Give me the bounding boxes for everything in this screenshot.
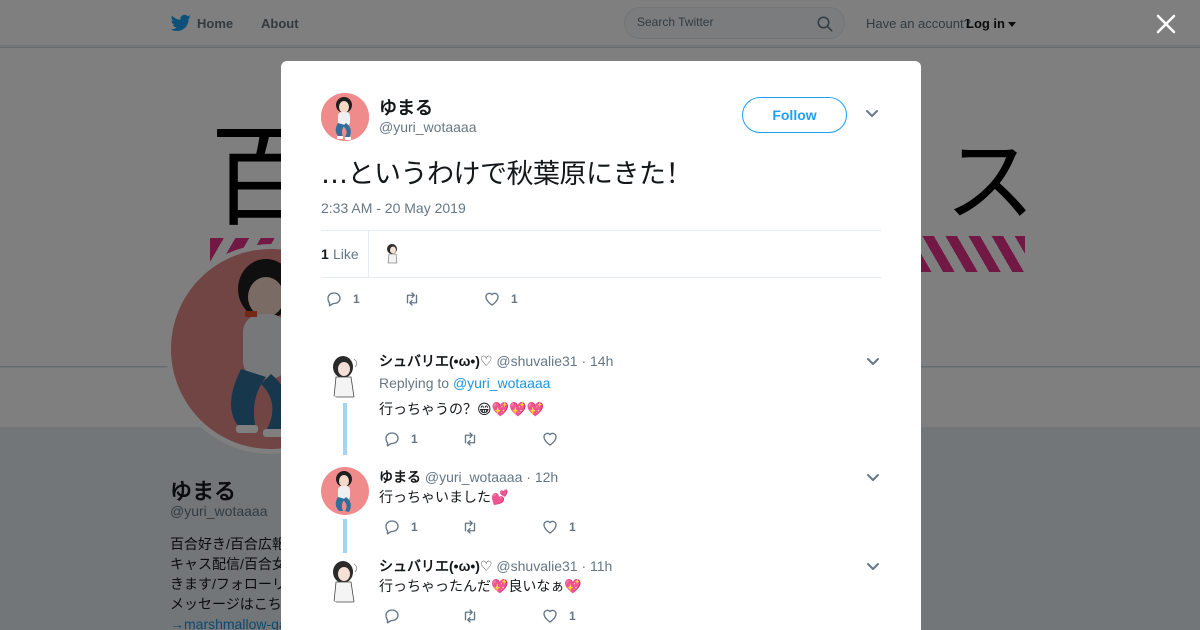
- retweet-icon: [406, 292, 418, 306]
- thread-connector-line: [343, 519, 347, 553]
- thread-connector-line: [343, 403, 347, 455]
- reply-header: シュバリエ(•ω•)♡ @shuvalie31 · 14h: [379, 351, 613, 371]
- author-avatar[interactable]: [321, 93, 369, 141]
- reply-author-avatar[interactable]: [321, 556, 369, 604]
- heart-icon: [485, 292, 499, 306]
- author-handle[interactable]: @yuri_wotaaaa: [379, 119, 477, 135]
- replying-to-link[interactable]: @yuri_wotaaaa: [453, 375, 551, 391]
- retweet-icon: [464, 520, 476, 534]
- like-count: 1: [511, 292, 518, 306]
- reply-icon: [327, 292, 341, 307]
- retweet-icon: [464, 609, 476, 623]
- reply-button[interactable]: [383, 606, 411, 626]
- reply-author-avatar[interactable]: [321, 351, 369, 399]
- reply-text: 行っちゃうの？😁💖💖💖: [379, 401, 544, 417]
- reply-avatar-illustration-icon: [321, 556, 369, 604]
- reply-icon: [385, 520, 399, 535]
- retweet-button[interactable]: [461, 517, 479, 537]
- tweet-text: …というわけで秋葉原にきた！: [321, 159, 693, 190]
- reply-actions: 1 1: [379, 517, 859, 537]
- retweet-button[interactable]: [461, 606, 479, 626]
- heart-icon: [543, 432, 557, 446]
- reply-time[interactable]: · 12h: [526, 469, 558, 485]
- close-icon[interactable]: [1155, 13, 1177, 35]
- reply-actions: 1: [379, 606, 859, 626]
- like-button[interactable]: 1: [541, 517, 576, 537]
- reply-tweet[interactable]: シュバリエ(•ω•)♡ @shuvalie31 · 14h Replying t…: [321, 351, 881, 451]
- reply-actions: 1: [379, 429, 859, 449]
- like-button[interactable]: 1: [483, 289, 518, 309]
- reply-author-name[interactable]: ゆまる: [379, 469, 421, 485]
- reply-button[interactable]: 1: [383, 517, 418, 537]
- reply-time[interactable]: · 14h: [581, 353, 613, 369]
- like-button[interactable]: 1: [541, 606, 576, 626]
- reply-tweet[interactable]: シュバリエ(•ω•)♡ @shuvalie31 · 11h 行っちゃったんだ💖良…: [321, 556, 881, 628]
- reply-author-name[interactable]: シュバリエ(•ω•)♡: [379, 558, 493, 574]
- retweet-icon: [464, 432, 476, 446]
- reply-avatar-illustration-icon: [321, 351, 369, 399]
- reply-author-avatar[interactable]: [321, 467, 369, 515]
- like-button[interactable]: [541, 429, 569, 449]
- reply-button[interactable]: 1: [383, 429, 418, 449]
- author-avatar-illustration-icon: [321, 93, 369, 141]
- reply-count: 1: [353, 292, 360, 306]
- reply-icon: [385, 432, 399, 447]
- liker-avatar[interactable]: [381, 241, 405, 265]
- reply-author-name[interactable]: シュバリエ(•ω•)♡: [379, 353, 493, 369]
- heart-icon: [543, 609, 557, 623]
- chevron-down-icon[interactable]: [866, 473, 880, 483]
- replying-to: Replying to @yuri_wotaaaa: [379, 375, 550, 391]
- reply-count: 1: [411, 432, 418, 446]
- reply-time[interactable]: · 11h: [581, 558, 612, 574]
- likes-count[interactable]: 1: [321, 246, 329, 262]
- retweet-button[interactable]: [403, 289, 431, 309]
- like-count: 1: [569, 520, 576, 534]
- reply-count: 1: [411, 520, 418, 534]
- reply-tweet[interactable]: ゆまる @yuri_wotaaaa · 12h 行っちゃいました💕 1 1: [321, 467, 881, 539]
- reply-icon: [385, 609, 399, 624]
- replying-to-label: Replying to: [379, 375, 450, 391]
- stats-divider: [368, 231, 369, 277]
- chevron-down-icon[interactable]: [866, 357, 880, 367]
- like-count: 1: [569, 609, 576, 623]
- heart-icon: [543, 520, 557, 534]
- author-name[interactable]: ゆまる: [379, 94, 433, 120]
- retweet-button[interactable]: [461, 429, 479, 449]
- reply-author-handle[interactable]: @shuvalie31: [496, 353, 577, 369]
- reply-header: シュバリエ(•ω•)♡ @shuvalie31 · 11h: [379, 556, 612, 576]
- reply-text: 行っちゃったんだ💖良いなぁ💖: [379, 578, 582, 594]
- reply-header: ゆまる @yuri_wotaaaa · 12h: [379, 467, 558, 487]
- chevron-down-icon[interactable]: [865, 109, 879, 119]
- tweet-actions: 1 1: [321, 289, 881, 309]
- reply-author-handle[interactable]: @shuvalie31: [496, 558, 577, 574]
- likes-label[interactable]: Like: [333, 246, 359, 262]
- chevron-down-icon[interactable]: [866, 562, 880, 572]
- reply-text: 行っちゃいました💕: [379, 489, 509, 505]
- tweet-timestamp[interactable]: 2:33 AM - 20 May 2019: [321, 200, 466, 216]
- follow-button[interactable]: Follow: [742, 97, 847, 133]
- liker-avatar-illustration-icon: [381, 241, 405, 265]
- reply-avatar-illustration-icon: [321, 467, 369, 515]
- reply-button[interactable]: 1: [325, 289, 360, 309]
- tweet-modal: ゆまる @yuri_wotaaaa Follow …というわけで秋葉原にきた！ …: [281, 61, 921, 630]
- reply-author-handle[interactable]: @yuri_wotaaaa: [425, 469, 523, 485]
- tweet-stats: 1 Like: [321, 230, 881, 278]
